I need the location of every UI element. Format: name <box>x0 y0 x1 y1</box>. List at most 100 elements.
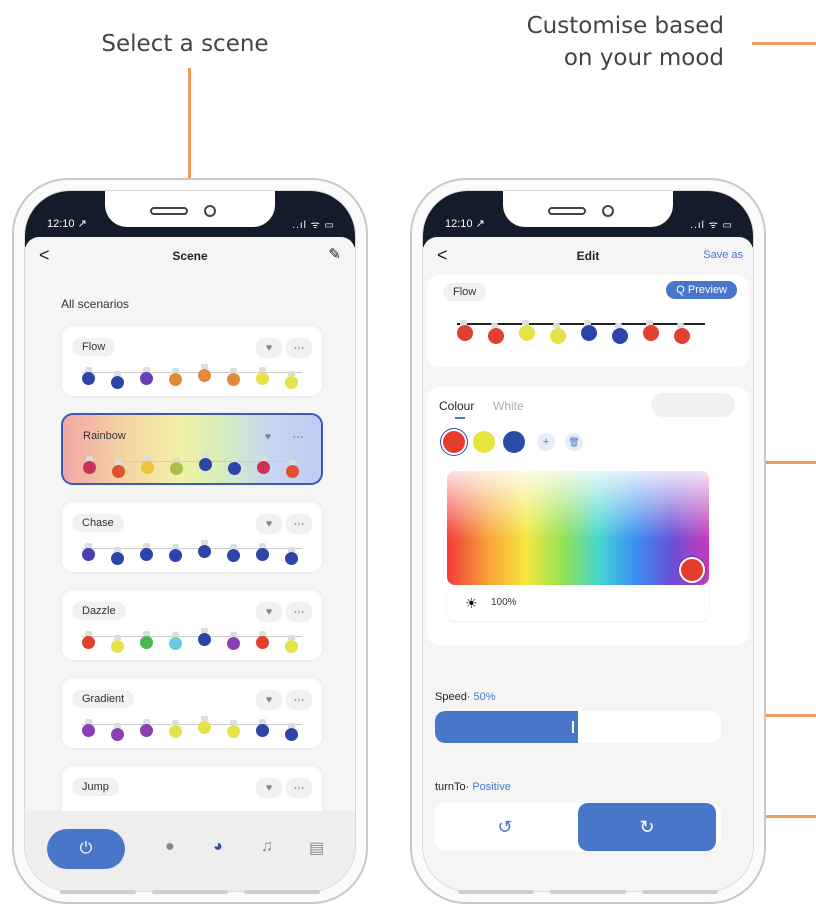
edit-icon[interactable]: ✎ <box>328 245 341 263</box>
music-icon[interactable]: ♫ <box>261 838 273 856</box>
colour-picker-handle[interactable] <box>679 557 705 583</box>
speed-label: Speed· 50% <box>435 691 496 703</box>
speaker <box>548 207 586 215</box>
bulb-icon <box>169 632 182 650</box>
scene-card-gradient[interactable]: Gradient ♥ ··· <box>61 677 323 749</box>
colour-swatch[interactable] <box>473 431 495 453</box>
bulb-icon <box>643 320 659 341</box>
preview-card: Flow Q Preview <box>427 275 749 367</box>
save-as-link[interactable]: Save as <box>703 249 743 261</box>
bulb-icon <box>198 716 211 734</box>
bulb-icon <box>285 723 298 741</box>
bulb-icon <box>111 547 124 565</box>
brightness-value: 100% <box>491 597 517 608</box>
scene-name-chip: Flow <box>443 283 487 301</box>
speaker <box>150 207 188 215</box>
turn-title: turnTo· <box>435 781 470 793</box>
scene-card-flow[interactable]: Flow ♥ ··· <box>61 325 323 397</box>
scene-name: Rainbow <box>83 430 126 442</box>
more-options-icon[interactable]: ··· <box>285 427 311 447</box>
bulb-icon <box>612 323 628 344</box>
home-indicator <box>244 890 320 894</box>
bulb-icon <box>169 368 182 386</box>
preview-button[interactable]: Q Preview <box>666 281 737 299</box>
palette-icon[interactable]: ◕ <box>213 838 223 856</box>
favorite-icon[interactable]: ♥ <box>255 427 281 447</box>
bulb-icon <box>257 456 270 474</box>
more-options-icon[interactable]: ··· <box>286 514 312 534</box>
tab-colour[interactable]: Colour <box>439 399 474 413</box>
bulb-icon <box>82 367 95 385</box>
bulb-icon <box>140 631 153 649</box>
speed-value: 50% <box>473 691 496 703</box>
mode-toggle[interactable] <box>651 393 735 417</box>
bulb-icon[interactable]: ● <box>165 838 175 856</box>
add-colour-button[interactable]: + <box>537 433 555 451</box>
bulb-icon <box>227 544 240 562</box>
scene-name: Flow <box>72 338 116 356</box>
bulb-icon <box>674 323 690 344</box>
bulb-icon <box>111 371 124 389</box>
tab-white[interactable]: White <box>493 399 524 413</box>
speed-slider[interactable] <box>435 711 721 743</box>
turn-label: turnTo· Positive <box>435 781 511 793</box>
speed-slider-handle[interactable] <box>572 721 574 733</box>
speed-title: Speed· <box>435 691 471 703</box>
favorite-icon[interactable]: ♥ <box>256 338 282 358</box>
scene-header: < Scene ✎ <box>25 237 355 275</box>
direction-toggle: ↺ ↻ <box>435 803 721 851</box>
favorite-icon[interactable]: ♥ <box>256 602 282 622</box>
clockwise-button[interactable]: ↻ <box>578 803 716 851</box>
favorite-icon[interactable]: ♥ <box>256 514 282 534</box>
counterclockwise-button[interactable]: ↺ <box>435 803 575 851</box>
bulb-icon <box>256 543 269 561</box>
scene-card-chase[interactable]: Chase ♥ ··· <box>61 501 323 573</box>
bottom-nav: ⏻ ● ◕ ♫ ▤ <box>25 811 355 891</box>
colour-picker[interactable] <box>447 471 709 585</box>
bulb-icon <box>256 367 269 385</box>
favorite-icon[interactable]: ♥ <box>256 690 282 710</box>
camera <box>602 205 614 217</box>
bulb-icon <box>581 320 597 341</box>
bulb-icon <box>198 364 211 382</box>
bulb-icon <box>112 460 125 478</box>
colour-swatch[interactable] <box>443 431 465 453</box>
scene-card-rainbow[interactable]: Rainbow ♥ ··· <box>61 413 323 485</box>
bulb-icon <box>285 371 298 389</box>
rotate-ccw-icon: ↺ <box>497 817 513 837</box>
status-icons: ..ıl ᯤ ▭ <box>292 220 335 231</box>
bulb-icon <box>285 635 298 653</box>
bulb-icon <box>198 540 211 558</box>
bulb-string <box>83 453 303 479</box>
bulb-string <box>82 716 302 742</box>
sun-icon: ☀ <box>465 595 478 611</box>
speed-slider-fill <box>435 711 578 743</box>
scene-name: Gradient <box>72 690 135 708</box>
status-icons: ..ıl ᯤ ▭ <box>690 220 733 231</box>
notch <box>105 191 275 227</box>
delete-colour-button[interactable]: 🗑 <box>565 433 583 451</box>
more-options-icon[interactable]: ··· <box>286 690 312 710</box>
schedule-icon[interactable]: ▤ <box>309 838 324 858</box>
callout-line-customise <box>752 42 816 45</box>
bulb-icon <box>83 456 96 474</box>
power-button[interactable]: ⏻ <box>47 829 125 869</box>
favorite-icon[interactable]: ♥ <box>256 778 282 798</box>
colour-swatch[interactable] <box>503 431 525 453</box>
bulb-icon <box>228 457 241 475</box>
more-options-icon[interactable]: ··· <box>286 602 312 622</box>
colour-section: Colour White + 🗑 ☀ 100% <box>427 387 749 645</box>
more-options-icon[interactable]: ··· <box>286 338 312 358</box>
scene-card-dazzle[interactable]: Dazzle ♥ ··· <box>61 589 323 661</box>
home-indicator <box>458 890 534 894</box>
section-title: All scenarios <box>61 297 130 311</box>
page-title: Scene <box>172 249 208 263</box>
scene-name: Jump <box>72 778 119 796</box>
brightness-row: ☀ 100% <box>447 585 709 621</box>
bulb-icon <box>141 456 154 474</box>
more-options-icon[interactable]: ··· <box>286 778 312 798</box>
tab-indicator <box>455 417 465 419</box>
bulb-icon <box>488 323 504 344</box>
status-time: 12:10 ↗ <box>445 218 485 230</box>
left-phone-frame: 12:10 ↗ ..ıl ᯤ ▭ < Scene ✎ All scenarios… <box>12 178 368 904</box>
